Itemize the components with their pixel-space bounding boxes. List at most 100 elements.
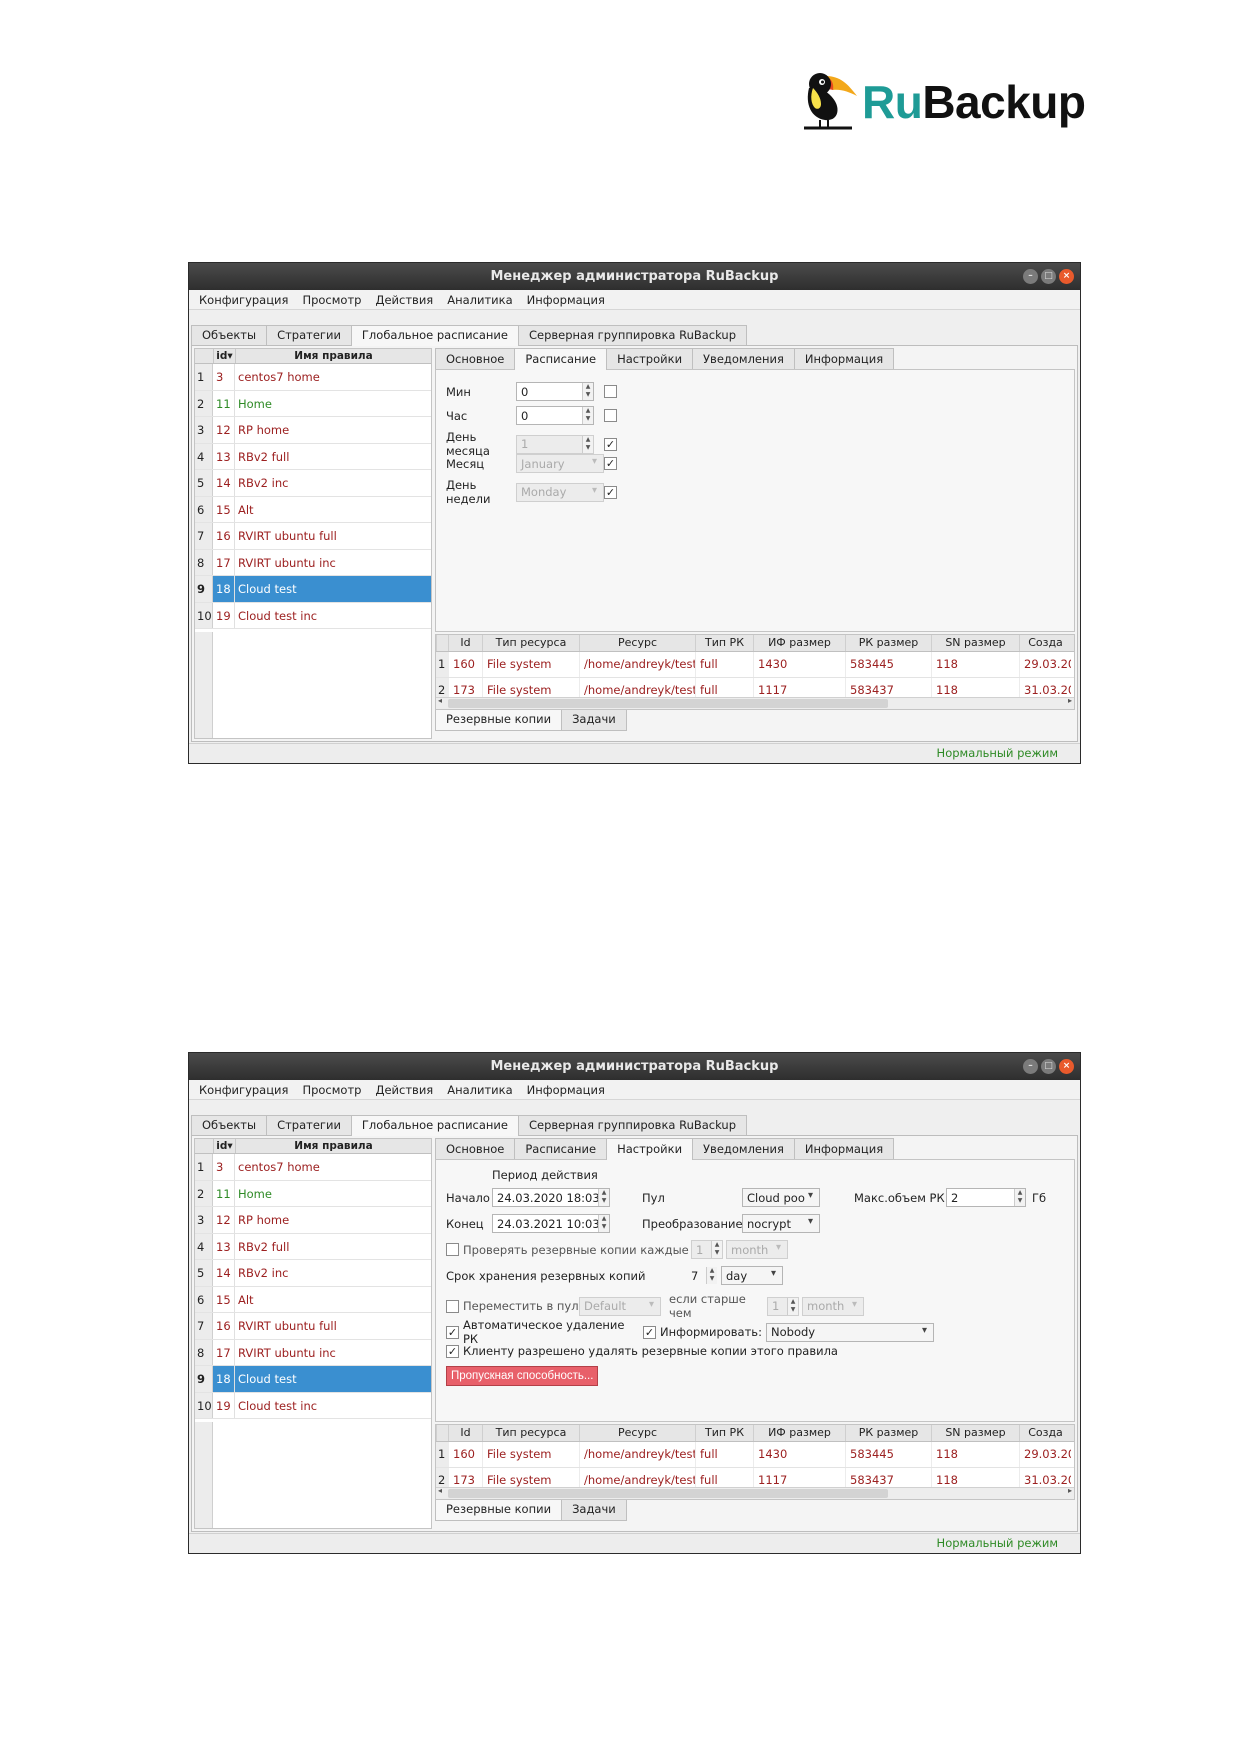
col-header[interactable]: Созда: [1019, 635, 1071, 651]
rule-row[interactable]: 6 15 Alt: [195, 496, 431, 523]
maxvol-spinbox[interactable]: 2 ▲ ▼: [946, 1188, 1026, 1207]
h-scrollbar[interactable]: ◂ ▸: [436, 1486, 1074, 1499]
col-header[interactable]: Id: [448, 635, 482, 651]
rule-row[interactable]: 1 3 centos7 home: [195, 1154, 431, 1181]
tab-settings[interactable]: Настройки: [606, 348, 694, 370]
col-header[interactable]: РК размер: [845, 635, 931, 651]
hour-spinbox[interactable]: 0 ▲ ▼: [516, 406, 594, 425]
tab-backups[interactable]: Резервные копии: [435, 710, 563, 731]
rule-row[interactable]: 7 16 RVIRT ubuntu full: [195, 1313, 431, 1340]
col-header[interactable]: РК размер: [845, 1425, 931, 1441]
tab-notifications[interactable]: Уведомления: [692, 1138, 795, 1160]
close-button[interactable]: ×: [1059, 269, 1074, 284]
maximize-button[interactable]: □: [1041, 1059, 1056, 1074]
month-combo[interactable]: January: [516, 454, 604, 473]
move-checkbox[interactable]: [446, 1299, 459, 1313]
retention-unit-combo[interactable]: day: [721, 1266, 783, 1285]
col-header[interactable]: Тип ресурса: [482, 1425, 579, 1441]
window-titlebar[interactable]: Менеджер администратора RuBackup – □ ×: [189, 263, 1080, 290]
col-header[interactable]: Ресурс: [579, 1425, 695, 1441]
rule-row[interactable]: 8 17 RVIRT ubuntu inc: [195, 1339, 431, 1366]
tab-schedule[interactable]: Расписание: [514, 348, 608, 370]
tab-server-group[interactable]: Серверная группировка RuBackup: [517, 325, 748, 346]
pool-combo[interactable]: Cloud poo: [742, 1188, 820, 1207]
menu-actions[interactable]: Действия: [375, 1080, 433, 1099]
col-header[interactable]: Ресурс: [579, 635, 695, 651]
verify-unit-combo[interactable]: month: [726, 1240, 788, 1259]
weekday-combo[interactable]: Monday: [516, 482, 604, 502]
start-datetime[interactable]: 24.03.2020 18:03 ▲ ▼: [492, 1188, 610, 1207]
older-unit-combo[interactable]: month: [802, 1296, 864, 1316]
hour-checkbox[interactable]: [604, 409, 617, 422]
rule-row[interactable]: 2 11 Home: [195, 390, 431, 417]
rule-row[interactable]: 4 13 RBv2 full: [195, 443, 431, 470]
col-header[interactable]: Id: [448, 1425, 482, 1441]
tab-tasks[interactable]: Задачи: [561, 1500, 627, 1521]
tab-basic[interactable]: Основное: [435, 1138, 516, 1160]
verify-checkbox[interactable]: [446, 1243, 459, 1256]
menu-view[interactable]: Просмотр: [302, 1080, 361, 1099]
col-header[interactable]: ИФ размер: [753, 635, 845, 651]
rule-row[interactable]: 9 18 Cloud test: [195, 1366, 431, 1393]
col-header[interactable]: SN размер: [931, 1425, 1019, 1441]
menu-info[interactable]: Информация: [527, 290, 605, 309]
col-header[interactable]: SN размер: [931, 635, 1019, 651]
minimize-button[interactable]: –: [1023, 1059, 1038, 1074]
col-header[interactable]: Тип ресурса: [482, 635, 579, 651]
tab-global-schedule[interactable]: Глобальное расписание: [350, 325, 519, 346]
autodel-checkbox[interactable]: ✓: [446, 1325, 459, 1339]
col-rule-name[interactable]: Имя правила: [235, 1139, 431, 1153]
transform-combo[interactable]: nocrypt: [742, 1214, 820, 1233]
rule-row[interactable]: 3 12 RP home: [195, 417, 431, 444]
close-button[interactable]: ×: [1059, 1059, 1074, 1074]
col-id[interactable]: id▾: [213, 1139, 235, 1153]
tab-basic[interactable]: Основное: [435, 348, 516, 370]
menu-analytics[interactable]: Аналитика: [447, 1080, 512, 1099]
month-checkbox[interactable]: ✓: [604, 457, 617, 470]
rule-row[interactable]: 10 19 Cloud test inc: [195, 602, 431, 629]
maximize-button[interactable]: □: [1041, 269, 1056, 284]
col-header[interactable]: Тип РК: [695, 635, 753, 651]
rule-row[interactable]: 4 13 RBv2 full: [195, 1233, 431, 1260]
col-rule-name[interactable]: Имя правила: [235, 349, 431, 363]
tab-objects[interactable]: Объекты: [191, 1115, 268, 1136]
rule-row[interactable]: 6 15 Alt: [195, 1286, 431, 1313]
tab-objects[interactable]: Объекты: [191, 325, 268, 346]
move-pool-combo[interactable]: Default: [579, 1296, 661, 1316]
menu-config[interactable]: Конфигурация: [199, 290, 288, 309]
h-scrollbar[interactable]: ◂ ▸: [436, 696, 1074, 709]
window-titlebar[interactable]: Менеджер администратора RuBackup – □ ×: [189, 1053, 1080, 1080]
menu-actions[interactable]: Действия: [375, 290, 433, 309]
col-header[interactable]: Созда: [1019, 1425, 1071, 1441]
min-checkbox[interactable]: [604, 385, 617, 398]
minimize-button[interactable]: –: [1023, 269, 1038, 284]
inform-checkbox[interactable]: ✓: [643, 1325, 656, 1339]
client-delete-checkbox[interactable]: ✓: [446, 1344, 459, 1358]
table-row[interactable]: 1 160 File system/home/andreyk/test/full 14…: [436, 1442, 1074, 1468]
tab-information[interactable]: Информация: [793, 1138, 895, 1160]
table-row[interactable]: 1 160 File system/home/andreyk/test/full 14…: [436, 652, 1074, 678]
end-datetime[interactable]: 24.03.2021 10:03 ▲ ▼: [492, 1214, 610, 1233]
tab-strategies[interactable]: Стратегии: [266, 1115, 352, 1136]
rule-row[interactable]: 5 14 RBv2 inc: [195, 1260, 431, 1287]
tab-server-group[interactable]: Серверная группировка RuBackup: [517, 1115, 748, 1136]
day-spinbox[interactable]: 1 ▲ ▼: [516, 434, 594, 454]
bandwidth-button[interactable]: Пропускная способность...: [446, 1366, 599, 1386]
verify-spinbox[interactable]: 1 ▲ ▼: [691, 1240, 723, 1259]
rule-row[interactable]: 8 17 RVIRT ubuntu inc: [195, 549, 431, 576]
tab-information[interactable]: Информация: [793, 348, 895, 370]
min-spinbox[interactable]: 0 ▲ ▼: [516, 382, 594, 401]
retention-spinbox[interactable]: 7 ▲ ▼: [686, 1266, 718, 1285]
menu-config[interactable]: Конфигурация: [199, 1080, 288, 1099]
rule-row[interactable]: 7 16 RVIRT ubuntu full: [195, 523, 431, 550]
rule-row[interactable]: 3 12 RP home: [195, 1207, 431, 1234]
rule-row[interactable]: 5 14 RBv2 inc: [195, 470, 431, 497]
tab-strategies[interactable]: Стратегии: [266, 325, 352, 346]
rule-row[interactable]: 10 19 Cloud test inc: [195, 1392, 431, 1419]
col-id[interactable]: id▾: [213, 349, 235, 363]
rule-row[interactable]: 9 18 Cloud test: [195, 576, 431, 603]
tab-notifications[interactable]: Уведомления: [692, 348, 795, 370]
menu-view[interactable]: Просмотр: [302, 290, 361, 309]
menu-analytics[interactable]: Аналитика: [447, 290, 512, 309]
tab-tasks[interactable]: Задачи: [561, 710, 627, 731]
